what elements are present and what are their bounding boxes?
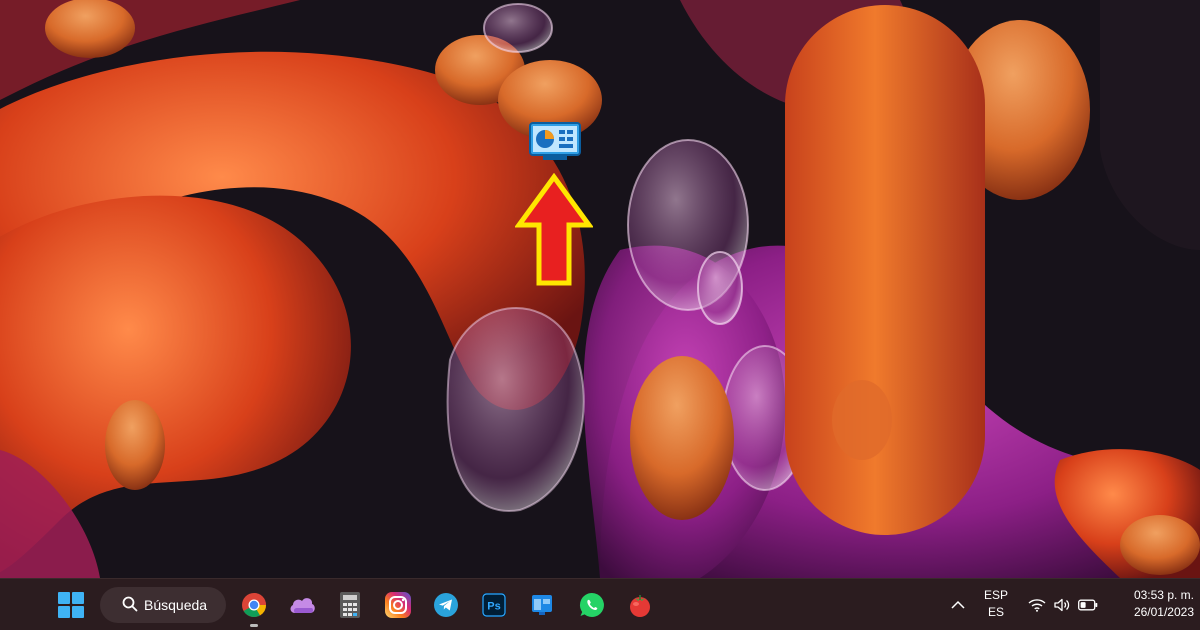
photoshop-icon: Ps xyxy=(482,593,506,617)
taskbar-app-window[interactable] xyxy=(524,587,560,623)
language-indicator[interactable]: ESP ES xyxy=(978,587,1014,621)
clock[interactable]: 03:53 p. m. 26/01/2023 xyxy=(1108,587,1194,621)
whatsapp-icon xyxy=(579,592,605,618)
app-window-icon xyxy=(530,593,554,617)
battery-icon xyxy=(1078,599,1098,611)
taskbar-app-cloud[interactable] xyxy=(284,587,320,623)
running-indicator xyxy=(250,624,258,627)
taskbar-app-calculator[interactable] xyxy=(332,587,368,623)
keyboard-layout: ES xyxy=(987,605,1004,619)
cloud-app-icon xyxy=(288,595,316,615)
taskbar-app-photoshop[interactable]: Ps xyxy=(476,587,512,623)
desktop-control-panel-icon[interactable] xyxy=(529,122,581,162)
quick-settings-button[interactable] xyxy=(1020,587,1106,623)
windows-start-icon xyxy=(58,592,84,618)
instagram-icon xyxy=(385,592,411,618)
chrome-icon xyxy=(241,592,267,618)
taskbar-app-whatsapp[interactable] xyxy=(574,587,610,623)
red-arrow-up-icon xyxy=(514,172,594,287)
show-hidden-icons-button[interactable] xyxy=(940,587,976,623)
clock-time: 03:53 p. m. xyxy=(1133,588,1194,602)
search-icon xyxy=(122,596,138,615)
calculator-icon xyxy=(340,592,360,618)
search-label: Búsqueda xyxy=(144,597,208,613)
wifi-icon xyxy=(1028,598,1046,612)
chevron-up-icon xyxy=(951,600,965,610)
svg-text:Ps: Ps xyxy=(487,601,500,613)
taskbar-app-tomato[interactable] xyxy=(622,587,658,623)
start-button[interactable] xyxy=(53,587,89,623)
volume-icon xyxy=(1054,598,1070,612)
clock-date: 26/01/2023 xyxy=(1133,605,1194,619)
language-code: ESP xyxy=(983,588,1008,602)
telegram-icon xyxy=(433,592,459,618)
taskbar-app-chrome[interactable] xyxy=(236,587,272,627)
desktop-wallpaper xyxy=(0,0,1200,578)
taskbar-app-telegram[interactable] xyxy=(428,587,464,623)
taskbar: Búsqueda Ps ESP ES 03:53 p. m. 26/01/202… xyxy=(0,578,1200,630)
search-box[interactable]: Búsqueda xyxy=(100,587,226,623)
tomato-timer-icon xyxy=(627,592,653,618)
taskbar-app-instagram[interactable] xyxy=(380,587,416,623)
